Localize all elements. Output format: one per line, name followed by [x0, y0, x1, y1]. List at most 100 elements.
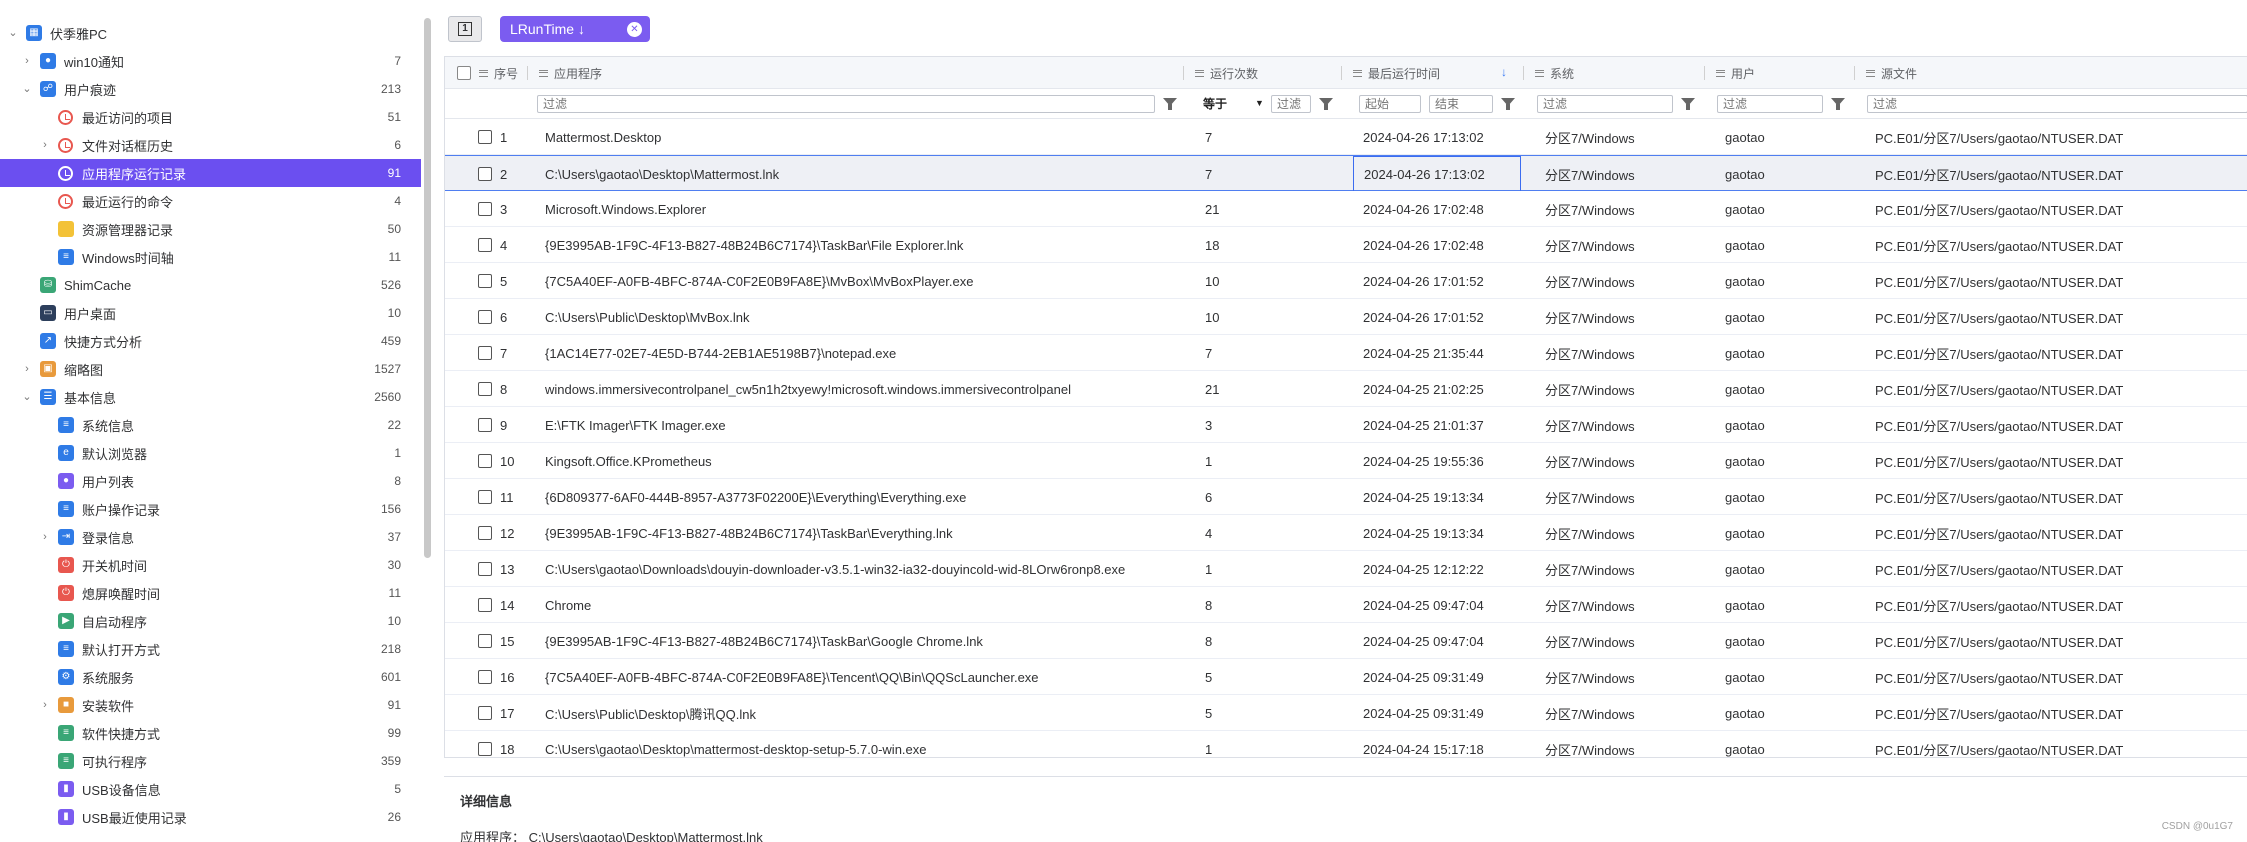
- sort-desc-icon[interactable]: ↓: [1501, 65, 1507, 79]
- sidebar-item[interactable]: 最近访问的项目 51: [0, 103, 421, 131]
- cell-index[interactable]: 15: [500, 623, 540, 659]
- cell-index[interactable]: 10: [500, 443, 540, 479]
- cell-index[interactable]: 18: [500, 731, 540, 757]
- cell-last-run[interactable]: 2024-04-24 15:17:18: [1363, 731, 1513, 757]
- table-row[interactable]: 5 {7C5A40EF-A0FB-4BFC-874A-C0F2E0B9FA8E}\…: [445, 263, 2247, 299]
- cell-user[interactable]: gaotao: [1725, 479, 1855, 515]
- cell-source[interactable]: PC.E01/分区7/Users/gaotao/NTUSER.DAT: [1875, 731, 2245, 758]
- filter-icon[interactable]: [1501, 98, 1515, 110]
- row-checkbox[interactable]: [478, 562, 492, 576]
- cell-source[interactable]: PC.E01/分区7/Users/gaotao/NTUSER.DAT: [1875, 659, 2245, 695]
- column-header-system[interactable]: 系统: [1535, 57, 1695, 89]
- cell-system[interactable]: 分区7/Windows: [1545, 587, 1715, 623]
- row-checkbox[interactable]: [478, 418, 492, 432]
- cell-app[interactable]: {6D809377-6AF0-444B-8957-A3773F02200E}\E…: [545, 479, 1185, 515]
- cell-user[interactable]: gaotao: [1725, 695, 1855, 731]
- cell-system[interactable]: 分区7/Windows: [1545, 515, 1715, 551]
- cell-app[interactable]: {9E3995AB-1F9C-4F13-B827-48B24B6C7174}\T…: [545, 623, 1185, 659]
- cell-source[interactable]: PC.E01/分区7/Users/gaotao/NTUSER.DAT: [1875, 443, 2245, 479]
- column-header-source[interactable]: 源文件: [1866, 57, 2066, 89]
- cell-last-run[interactable]: 2024-04-25 09:47:04: [1363, 623, 1513, 659]
- row-checkbox[interactable]: [478, 346, 492, 360]
- cell-index[interactable]: 9: [500, 407, 540, 443]
- column-separator[interactable]: [1854, 66, 1855, 80]
- row-checkbox[interactable]: [478, 490, 492, 504]
- table-row[interactable]: 7 {1AC14E77-02E7-4E5D-B744-2EB1AE5198B7}\…: [445, 335, 2247, 371]
- cell-last-run[interactable]: 2024-04-26 17:01:52: [1363, 299, 1513, 335]
- sidebar-item[interactable]: › 文件对话框历史 6: [0, 131, 421, 159]
- column-separator[interactable]: [1183, 66, 1184, 80]
- column-header-index[interactable]: 序号: [479, 57, 539, 89]
- column-header-app[interactable]: 应用程序: [539, 57, 839, 89]
- cell-run-count[interactable]: 4: [1205, 515, 1335, 551]
- row-checkbox[interactable]: [478, 742, 492, 756]
- table-row[interactable]: 4 {9E3995AB-1F9C-4F13-B827-48B24B6C7174}\…: [445, 227, 2247, 263]
- cell-app[interactable]: {7C5A40EF-A0FB-4BFC-874A-C0F2E0B9FA8E}\T…: [545, 659, 1185, 695]
- cell-user[interactable]: gaotao: [1725, 443, 1855, 479]
- filter-app-input[interactable]: [537, 95, 1155, 113]
- cell-user[interactable]: gaotao: [1725, 407, 1855, 443]
- sidebar-item[interactable]: ⏻ 开关机时间 30: [0, 551, 421, 579]
- column-header-user[interactable]: 用户: [1716, 57, 1856, 89]
- cell-last-run[interactable]: 2024-04-25 09:31:49: [1363, 659, 1513, 695]
- cell-system[interactable]: 分区7/Windows: [1545, 371, 1715, 407]
- sidebar-item[interactable]: ⏻ 熄屏唤醒时间 11: [0, 579, 421, 607]
- row-checkbox[interactable]: [478, 382, 492, 396]
- row-checkbox[interactable]: [478, 274, 492, 288]
- sidebar-item[interactable]: 最近运行的命令 4: [0, 187, 421, 215]
- sidebar-item[interactable]: ▮ USB最近使用记录 26: [0, 803, 421, 831]
- sidebar-item[interactable]: ▮ USB设备信息 5: [0, 775, 421, 803]
- cell-user[interactable]: gaotao: [1725, 227, 1855, 263]
- cell-source[interactable]: PC.E01/分区7/Users/gaotao/NTUSER.DAT: [1875, 587, 2245, 623]
- row-checkbox[interactable]: [478, 454, 492, 468]
- cell-run-count[interactable]: 5: [1205, 659, 1335, 695]
- cell-last-run[interactable]: 2024-04-26 17:01:52: [1363, 263, 1513, 299]
- cell-source[interactable]: PC.E01/分区7/Users/gaotao/NTUSER.DAT: [1875, 479, 2245, 515]
- row-checkbox[interactable]: [478, 202, 492, 216]
- sidebar-item[interactable]: 资源管理器记录 50: [0, 215, 421, 243]
- cell-source[interactable]: PC.E01/分区7/Users/gaotao/NTUSER.DAT: [1875, 623, 2245, 659]
- cell-index[interactable]: 5: [500, 263, 540, 299]
- group-panel-button[interactable]: 1: [448, 16, 482, 42]
- chevron-right-icon[interactable]: ›: [22, 56, 32, 67]
- cell-app[interactable]: C:\Users\gaotao\Desktop\mattermost-deskt…: [545, 731, 1185, 757]
- cell-run-count[interactable]: 21: [1205, 371, 1335, 407]
- cell-app[interactable]: {9E3995AB-1F9C-4F13-B827-48B24B6C7174}\T…: [545, 227, 1185, 263]
- row-checkbox[interactable]: [478, 310, 492, 324]
- sidebar-item[interactable]: 应用程序运行记录 91: [0, 159, 421, 187]
- cell-index[interactable]: 11: [500, 479, 540, 515]
- cell-user[interactable]: gaotao: [1725, 515, 1855, 551]
- cell-last-run[interactable]: 2024-04-25 21:02:25: [1363, 371, 1513, 407]
- cell-index[interactable]: 7: [500, 335, 540, 371]
- cell-user[interactable]: gaotao: [1725, 191, 1855, 227]
- cell-index[interactable]: 16: [500, 659, 540, 695]
- sidebar-scrollbar[interactable]: [424, 18, 431, 558]
- cell-source[interactable]: PC.E01/分区7/Users/gaotao/NTUSER.DAT: [1875, 156, 2245, 192]
- sidebar-item[interactable]: ⚙ 系统服务 601: [0, 663, 421, 691]
- sidebar-item[interactable]: ≡ 可执行程序 359: [0, 747, 421, 775]
- filter-icon[interactable]: [1831, 98, 1845, 110]
- filter-start-input[interactable]: [1359, 95, 1421, 113]
- cell-user[interactable]: gaotao: [1725, 335, 1855, 371]
- chevron-right-icon[interactable]: ›: [40, 532, 50, 543]
- select-all-checkbox[interactable]: [457, 66, 471, 80]
- cell-app[interactable]: C:\Users\gaotao\Desktop\Mattermost.lnk: [545, 156, 1185, 192]
- cell-system[interactable]: 分区7/Windows: [1545, 227, 1715, 263]
- cell-run-count[interactable]: 3: [1205, 407, 1335, 443]
- cell-app[interactable]: C:\Users\gaotao\Downloads\douyin-downloa…: [545, 551, 1185, 587]
- cell-source[interactable]: PC.E01/分区7/Users/gaotao/NTUSER.DAT: [1875, 335, 2245, 371]
- sidebar-item[interactable]: ⌄ ☍ 用户痕迹 213: [0, 75, 421, 103]
- cell-source[interactable]: PC.E01/分区7/Users/gaotao/NTUSER.DAT: [1875, 515, 2245, 551]
- filter-user-input[interactable]: [1717, 95, 1823, 113]
- table-row[interactable]: 12 {9E3995AB-1F9C-4F13-B827-48B24B6C7174}…: [445, 515, 2247, 551]
- cell-system[interactable]: 分区7/Windows: [1545, 191, 1715, 227]
- cell-run-count[interactable]: 18: [1205, 227, 1335, 263]
- cell-run-count[interactable]: 1: [1205, 731, 1335, 757]
- table-row[interactable]: 10 Kingsoft.Office.KPrometheus 1 2024-04-25…: [445, 443, 2247, 479]
- cell-run-count[interactable]: 6: [1205, 479, 1335, 515]
- cell-run-count[interactable]: 8: [1205, 587, 1335, 623]
- sidebar-item[interactable]: ▭ 用户桌面 10: [0, 299, 421, 327]
- cell-last-run[interactable]: 2024-04-26 17:13:02: [1363, 119, 1513, 155]
- sidebar-item[interactable]: ● 用户列表 8: [0, 467, 421, 495]
- cell-system[interactable]: 分区7/Windows: [1545, 731, 1715, 758]
